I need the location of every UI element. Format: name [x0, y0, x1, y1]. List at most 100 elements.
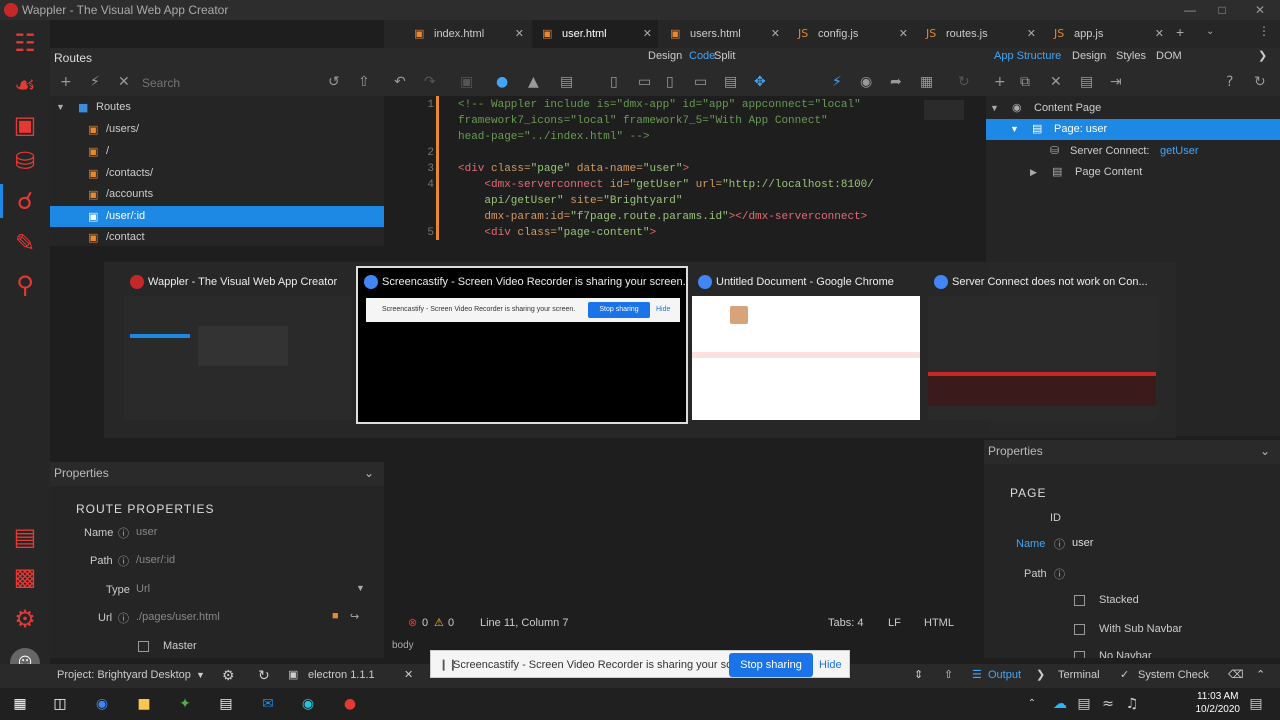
code-line[interactable]: 2	[384, 145, 970, 161]
settings-gear-icon[interactable]: ⚙	[10, 604, 40, 634]
sub-navbar-checkbox[interactable]: With Sub Navbar	[1074, 623, 1182, 635]
wappler-taskbar-icon[interactable]: ●	[340, 694, 360, 714]
close-tab-icon[interactable]: ✕	[643, 20, 652, 48]
structure-page-user[interactable]: ▼ ▤ Page: user	[986, 119, 1280, 140]
network-icon[interactable]: ▤	[1074, 694, 1094, 714]
undo-icon[interactable]: ↶	[394, 74, 406, 90]
tree-item-selected[interactable]: ▣/user/:id	[50, 206, 384, 227]
app-connect-icon[interactable]: ☷	[10, 28, 40, 58]
tree-item[interactable]: ▣/users/	[50, 119, 384, 140]
eol-setting[interactable]: LF	[888, 612, 901, 634]
laptop-icon[interactable]: ▭	[694, 74, 707, 90]
indent-setting[interactable]: Tabs: 4	[828, 612, 863, 634]
share-icon[interactable]: ➦	[890, 74, 902, 90]
search-icon[interactable]: ⚲	[10, 270, 40, 300]
cube-icon[interactable]: ▣	[288, 664, 298, 686]
code-line[interactable]: 4 <dmx-serverconnect id="getUser" url="h…	[384, 177, 970, 193]
cursor-position[interactable]: Line 11, Column 7	[480, 612, 568, 634]
volume-icon[interactable]: ♫	[1122, 694, 1142, 714]
hide-notification-link[interactable]: Hide	[819, 651, 842, 679]
outlook-icon[interactable]: ✉	[258, 694, 278, 714]
help-icon[interactable]: ?	[1226, 74, 1233, 90]
tablet-icon[interactable]: ▯	[666, 74, 674, 90]
phone-icon[interactable]: ▯	[610, 74, 618, 90]
tabs-menu-chevron-icon[interactable]: ⌄	[1206, 26, 1214, 37]
code-line[interactable]: dmx-param:id="f7page.route.params.id"></…	[384, 209, 970, 225]
terminal-tab[interactable]: Terminal	[1058, 664, 1100, 686]
code-line[interactable]: head-page="../index.html" -->	[384, 129, 970, 145]
refresh-routes-icon[interactable]: ↺	[328, 74, 340, 90]
database-icon[interactable]: ⛁	[10, 146, 40, 176]
switcher-card[interactable]: Wappler - The Visual Web App Creator	[124, 270, 352, 420]
close-tab-icon[interactable]: ✕	[515, 20, 524, 48]
stacked-checkbox[interactable]: Stacked	[1074, 594, 1139, 606]
warning-icon[interactable]: ⚠	[434, 612, 444, 634]
app-structure-tab[interactable]: App Structure	[994, 48, 1061, 64]
resources-icon[interactable]: ✎	[10, 228, 40, 258]
language-mode[interactable]: HTML	[924, 612, 954, 634]
git-icon[interactable]: ☙	[10, 70, 40, 100]
windows-start-icon[interactable]: ▦	[10, 694, 30, 714]
add-route-icon[interactable]: +	[60, 74, 72, 90]
checkbox-box[interactable]	[138, 640, 149, 652]
redo-icon[interactable]: ↷	[424, 74, 436, 90]
desktop-icon[interactable]: ▤	[560, 74, 573, 90]
exit-icon[interactable]: ⇥	[1110, 74, 1122, 90]
search-input[interactable]	[142, 73, 302, 93]
structure-page-content[interactable]: ▶ ▤ Page Content	[986, 162, 1280, 183]
tree-item[interactable]: ▣/accounts	[50, 184, 384, 205]
refresh-icon[interactable]: ↻	[1254, 74, 1266, 90]
switcher-card-selected[interactable]: Screencastify - Screen Video Recorder is…	[356, 266, 688, 424]
dom-panel-tab[interactable]: DOM	[1156, 48, 1182, 64]
live-icon[interactable]: ⚡	[832, 74, 842, 90]
panel-expand-icon[interactable]: ❯	[1258, 48, 1267, 64]
phone-landscape-icon[interactable]: ▭	[638, 74, 651, 90]
code-line[interactable]: api/getUser" site="Brightyard"	[384, 193, 970, 209]
wifi-icon[interactable]: ≈	[1098, 694, 1118, 714]
tab-app-js[interactable]: JS app.js ✕	[1044, 20, 1170, 48]
dropdown-arrow-icon[interactable]: ▼	[196, 664, 205, 686]
wrap-icon[interactable]: ▤	[1080, 74, 1093, 90]
eraser-icon[interactable]: ⌫	[1228, 664, 1244, 686]
type-select[interactable]: Url	[136, 583, 366, 595]
tree-root-routes[interactable]: ▼ ■ Routes	[50, 97, 384, 118]
checkbox-box[interactable]	[1074, 594, 1085, 606]
checkbox-box[interactable]	[1074, 623, 1085, 635]
tab-users-html[interactable]: ▣ users.html ✕	[660, 20, 786, 48]
close-tab-icon[interactable]: ✕	[899, 20, 908, 48]
close-tab-icon[interactable]: ✕	[1027, 20, 1036, 48]
collapse-arrow-icon[interactable]: ▼	[1010, 119, 1019, 140]
target-selector[interactable]: electron 1.1.1	[308, 664, 375, 686]
monitor-icon[interactable]: ▤	[724, 74, 737, 90]
camera-icon[interactable]: ▣	[460, 74, 473, 90]
tab-config-js[interactable]: JS config.js ✕	[788, 20, 914, 48]
tray-chevron-icon[interactable]: ⌃	[1022, 694, 1042, 714]
deploy-icon[interactable]: ⇕	[914, 664, 923, 686]
add-component-icon[interactable]: +	[994, 74, 1006, 90]
edge-icon[interactable]: ◉	[298, 694, 318, 714]
tab-routes-js[interactable]: JS routes.js ✕	[916, 20, 1042, 48]
design-mode-button[interactable]: Design	[648, 48, 682, 64]
components-icon[interactable]: ▣	[10, 110, 40, 140]
code-line[interactable]: 5 <div class="page-content">	[384, 225, 970, 241]
tree-item[interactable]: ▣/contact	[50, 227, 384, 248]
tree-item[interactable]: ▣/contacts/	[50, 163, 384, 184]
split-mode-button[interactable]: Split	[714, 48, 735, 64]
name-field[interactable]: user	[1072, 537, 1093, 549]
eye-icon[interactable]: ◉	[1012, 98, 1022, 119]
explorer-icon[interactable]: ■	[134, 694, 154, 714]
routes-icon[interactable]: ☌	[10, 186, 40, 216]
url-field[interactable]: ./pages/user.html	[136, 611, 336, 623]
error-icon[interactable]: ⊗	[408, 612, 417, 634]
path-field[interactable]: /user/:id	[136, 554, 366, 566]
sync-icon[interactable]: ↻	[258, 664, 270, 686]
remove-component-icon[interactable]: ✕	[1050, 74, 1062, 90]
duplicate-icon[interactable]: ⧉	[1020, 74, 1030, 90]
switcher-card[interactable]: Server Connect does not work on Con...	[928, 270, 1156, 420]
onedrive-icon[interactable]: ☁	[1050, 694, 1070, 714]
qr-icon[interactable]: ▦	[920, 74, 933, 90]
lightning-icon[interactable]: ⚡	[90, 74, 100, 90]
expand-arrow-icon[interactable]: ▶	[1030, 162, 1037, 183]
apple-icon[interactable]: ●	[496, 74, 508, 90]
structure-content-page[interactable]: ▼ ◉ Content Page	[986, 98, 1280, 119]
